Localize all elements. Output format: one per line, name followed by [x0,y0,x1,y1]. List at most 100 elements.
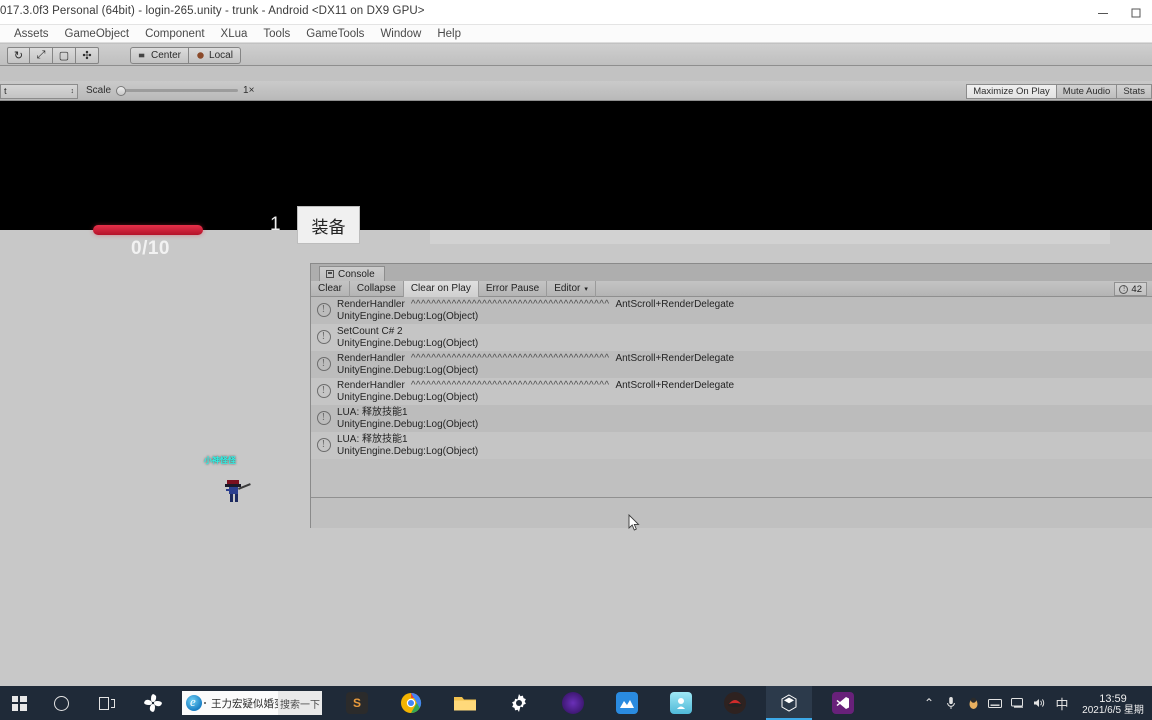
log-entry[interactable]: RenderHandler ^^^^^^^^^^^^^^^^^^^^^^^^^^… [311,378,1152,405]
taskbar-app-blue-mountain[interactable] [604,686,650,720]
cortana-button[interactable] [38,686,84,720]
taskbar-app-red-hat[interactable] [712,686,758,720]
menu-tools[interactable]: Tools [255,25,298,43]
log-entry[interactable]: RenderHandler ^^^^^^^^^^^^^^^^^^^^^^^^^^… [311,297,1152,324]
console-tab-label: Console [338,268,375,280]
menu-assets[interactable]: Assets [6,25,57,43]
mic-glyph [947,697,955,709]
taskbar-app-settings[interactable] [496,686,542,720]
menu-gameobject[interactable]: GameObject [57,25,138,43]
penguin-glyph [969,697,977,709]
item-count: 1 [270,214,281,235]
clock-time: 13:59 [1099,693,1127,705]
log-tail: AntScroll+RenderDelegate [615,353,735,364]
pivot-mode-label: Center [151,50,182,61]
show-hidden-icons-button[interactable]: ⌃ [918,686,940,720]
mountain-icon [616,692,638,714]
game-app-icon [670,692,692,714]
stats-toggle[interactable]: Stats [1117,84,1152,99]
menu-window[interactable]: Window [372,25,429,43]
log-info-icon [317,357,331,371]
fan-icon [144,694,162,712]
taskbar-app-game[interactable] [658,686,704,720]
display-dropdown[interactable]: t ↕ [0,84,78,99]
scale-tool-icon[interactable]: ⤢ [30,47,53,64]
clear-on-play-button[interactable]: Clear on Play [403,280,479,297]
transform-tool-icon[interactable]: ✣ [76,47,99,64]
console-detail-pane [311,497,1152,528]
task-view-button[interactable] [84,686,130,720]
error-pause-button[interactable]: Error Pause [479,280,548,297]
updown-icon: ↕ [70,88,75,95]
log-stack: UnityEngine.Debug:Log(Object) [337,338,479,349]
ime-indicator[interactable]: 中 [1050,686,1074,720]
menu-xlua[interactable]: XLua [213,25,256,43]
action-center-icon[interactable] [1006,686,1028,720]
windows-taskbar: 王力宏疑似婚变 搜索一下 S [0,686,1152,720]
log-count-badge[interactable]: 42 [1114,282,1147,296]
folder-icon [454,696,476,710]
equip-button[interactable]: 装备 [297,206,360,244]
gameview-toolbar: t ↕ Scale 1× Maximize On Play Mute Audio… [0,81,1152,101]
taskbar-app-unity-editor[interactable] [766,686,812,720]
log-message: LUA: 释放技能1 [337,407,408,418]
log-entry[interactable]: RenderHandler ^^^^^^^^^^^^^^^^^^^^^^^^^^… [311,351,1152,378]
log-carets: ^^^^^^^^^^^^^^^^^^^^^^^^^^^^^^^^^^^^^^^ [410,353,610,364]
log-line-1: RenderHandler ^^^^^^^^^^^^^^^^^^^^^^^^^^… [337,297,1152,311]
mute-audio-toggle[interactable]: Mute Audio [1056,84,1118,99]
clock[interactable]: 13:59 2021/6/5 星期 [1074,689,1152,717]
clear-button[interactable]: Clear [311,280,350,297]
monitor-glyph [1010,698,1023,708]
maximize-button[interactable] [1119,0,1152,25]
menu-help[interactable]: Help [429,25,469,43]
health-bar-group: 0/10 [93,225,203,259]
menu-component[interactable]: Component [137,25,212,43]
log-line-1: LUA: 释放技能1 [337,432,1152,446]
player-character[interactable]: 小神怪怪 [190,456,260,511]
character-name-label: 小神怪怪 [204,456,236,465]
health-value: 0/10 [131,238,170,259]
volume-icon[interactable] [1028,686,1050,720]
rotation-mode-button[interactable]: Local [189,47,241,64]
taskbar-app-google-chrome[interactable] [388,686,434,720]
search-submit-button[interactable]: 搜索一下 [278,691,322,715]
chevron-down-icon: ▾ [584,285,588,293]
start-button[interactable] [0,686,38,720]
scale-slider[interactable] [116,85,239,96]
pivot-mode-button[interactable]: Center [130,47,190,64]
log-entry[interactable]: SetCount C# 2 UnityEngine.Debug:Log(Obje… [311,324,1152,351]
taskbar-app-visual-studio[interactable] [820,686,866,720]
keyboard-icon[interactable] [984,686,1006,720]
log-line-1: SetCount C# 2 [337,324,1152,338]
collapse-button[interactable]: Collapse [350,280,404,297]
console-log-list[interactable]: RenderHandler ^^^^^^^^^^^^^^^^^^^^^^^^^^… [311,297,1152,496]
speaker-glyph [1033,699,1044,707]
game-view[interactable]: 0/10 1 装备 小神怪怪 回复术 [0,101,1152,686]
maximize-on-play-toggle[interactable]: Maximize On Play [966,84,1057,99]
editor-dropdown-label: Editor [554,283,581,294]
microphone-icon[interactable] [940,686,962,720]
unity-icon [781,694,797,712]
log-tail: AntScroll+RenderDelegate [615,299,735,310]
rotate-tool-icon[interactable]: ↻ [7,47,30,64]
log-entry[interactable]: LUA: 释放技能1 UnityEngine.Debug:Log(Object) [311,432,1152,459]
menu-gametools[interactable]: GameTools [298,25,372,43]
task-view-icon [99,696,115,710]
editor-dropdown[interactable]: Editor ▾ [547,280,596,297]
tab-console[interactable]: Console [319,266,385,281]
sublime-text-icon: S [346,692,368,714]
log-info-icon [317,330,331,344]
taskbar-app-purple[interactable] [550,686,596,720]
windows-logo-icon [11,695,27,711]
tray-app-icon[interactable] [962,686,984,720]
minimize-button[interactable] [1086,0,1119,25]
browser-search-box[interactable]: 王力宏疑似婚变 搜索一下 [182,691,322,715]
rect-tool-icon[interactable]: ▢ [53,47,76,64]
taskbar-app-sublime-text[interactable]: S [334,686,380,720]
browser-pinned-icon[interactable] [130,686,176,720]
scale-slider-handle[interactable] [116,85,127,96]
taskbar-app-file-explorer[interactable] [442,686,488,720]
keyboard-glyph [988,698,1002,708]
clock-date: 2021/6/5 星期 [1082,705,1144,716]
log-entry[interactable]: LUA: 释放技能1 UnityEngine.Debug:Log(Object) [311,405,1152,432]
